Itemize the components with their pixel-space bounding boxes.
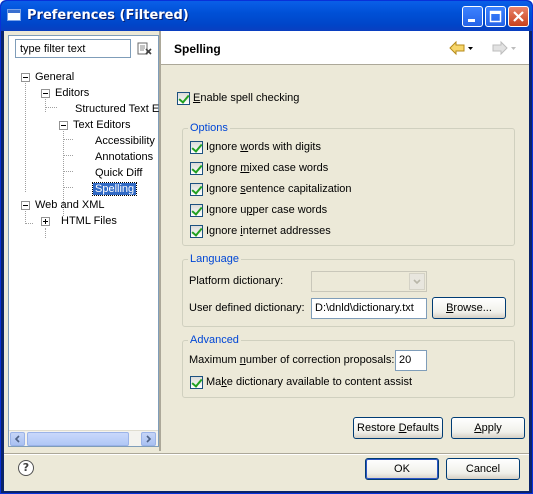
dialog-body: General Editors Structured Text E Text E… [4, 31, 529, 491]
scroll-right-button[interactable] [141, 432, 156, 446]
maximize-button[interactable] [485, 6, 506, 27]
ignore-sentence-cap-checkbox[interactable] [190, 183, 203, 196]
maximize-icon [489, 10, 502, 23]
close-icon [513, 11, 524, 22]
enable-spell-checkbox[interactable] [177, 92, 190, 105]
help-icon[interactable]: ? [18, 460, 34, 476]
chevron-left-icon [14, 435, 20, 443]
language-group-title: Language [188, 253, 241, 265]
back-button[interactable] [448, 39, 474, 57]
forward-button[interactable] [491, 39, 517, 57]
preferences-window: Preferences (Filtered) type filter text … [0, 0, 533, 494]
page-header: Spelling [161, 31, 529, 65]
close-button[interactable] [508, 6, 529, 27]
collapse-icon[interactable] [41, 89, 50, 98]
minimize-icon [468, 19, 475, 22]
expand-icon[interactable] [41, 217, 50, 226]
tree-item-spelling[interactable]: Spelling [91, 182, 138, 198]
horizontal-scrollbar[interactable] [9, 430, 158, 446]
tree-item-quick-diff[interactable]: Quick Diff [95, 166, 142, 182]
browse-button[interactable]: Browse... [432, 297, 506, 319]
title-bar[interactable]: Preferences (Filtered) [1, 1, 532, 31]
collapse-icon[interactable] [59, 121, 68, 130]
user-dictionary-label: User defined dictionary: [189, 302, 305, 314]
enable-spell-label[interactable]: Enable spell checking [193, 92, 299, 104]
forward-arrow-icon [492, 40, 516, 56]
window-icon [7, 9, 21, 21]
scroll-left-button[interactable] [10, 432, 25, 446]
navigation-pane: General Editors Structured Text E Text E… [8, 35, 159, 447]
content-assist-checkbox[interactable] [190, 376, 203, 389]
ignore-mixed-case-checkbox[interactable] [190, 162, 203, 175]
cancel-button[interactable]: Cancel [446, 458, 520, 480]
max-proposals-input[interactable]: 20 [395, 350, 427, 371]
ignore-digits-label[interactable]: Ignore words with digits [206, 141, 321, 153]
ignore-upper-case-checkbox[interactable] [190, 204, 203, 217]
ignore-mixed-case-label[interactable]: Ignore mixed case words [206, 162, 328, 174]
restore-defaults-button[interactable]: Restore Defaults [353, 417, 443, 439]
collapse-icon[interactable] [21, 201, 30, 210]
max-proposals-label: Maximum number of correction proposals: [189, 354, 395, 366]
page-title: Spelling [174, 42, 221, 56]
ignore-internet-label[interactable]: Ignore internet addresses [206, 225, 331, 237]
advanced-group-title: Advanced [188, 334, 241, 346]
minimize-button[interactable] [462, 6, 483, 27]
preference-page: Spelling Enable spell checking Options I… [161, 31, 529, 451]
tree-item-accessibility[interactable]: Accessibility [95, 134, 155, 150]
apply-button[interactable]: Apply [451, 417, 525, 439]
tree-item-structured-text-editors[interactable]: Structured Text E [75, 102, 159, 118]
ignore-digits-checkbox[interactable] [190, 141, 203, 154]
chevron-down-icon[interactable] [409, 273, 425, 290]
scroll-thumb[interactable] [27, 432, 129, 446]
ignore-upper-case-label[interactable]: Ignore upper case words [206, 204, 327, 216]
platform-dictionary-label: Platform dictionary: [189, 275, 284, 287]
window-title: Preferences (Filtered) [27, 8, 189, 23]
preference-tree: General Editors Structured Text E Text E… [15, 66, 159, 426]
filter-input[interactable] [15, 39, 131, 58]
back-arrow-icon [449, 40, 473, 56]
tree-item-annotations[interactable]: Annotations [95, 150, 153, 166]
ok-button[interactable]: OK [365, 458, 439, 480]
advanced-group [182, 340, 515, 398]
button-bar-separator [4, 453, 529, 455]
ignore-sentence-cap-label[interactable]: Ignore sentence capitalization [206, 183, 352, 195]
user-dictionary-input[interactable]: D:\dnld\dictionary.txt [311, 298, 427, 319]
clear-filter-icon[interactable] [136, 40, 154, 58]
ignore-internet-checkbox[interactable] [190, 225, 203, 238]
chevron-right-icon [146, 435, 152, 443]
options-group-title: Options [188, 122, 230, 134]
content-assist-label[interactable]: Make dictionary available to content ass… [206, 376, 412, 388]
platform-dictionary-combo[interactable] [311, 271, 427, 292]
collapse-icon[interactable] [21, 73, 30, 82]
